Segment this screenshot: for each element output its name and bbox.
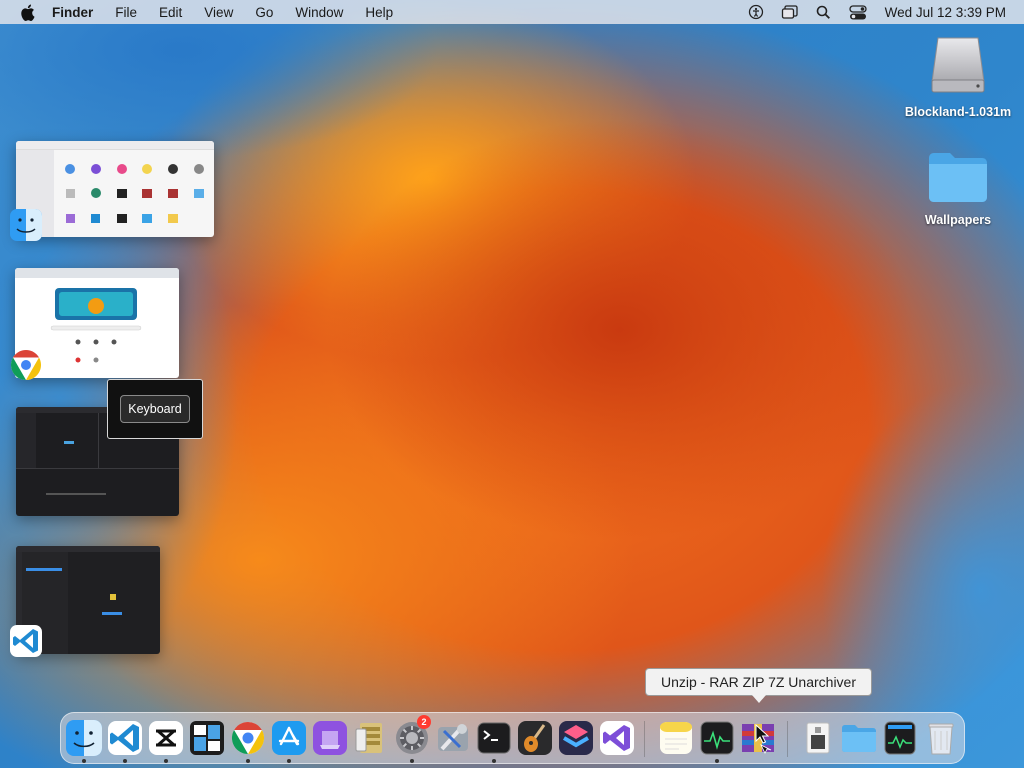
- window-switcher-icon[interactable]: [781, 3, 799, 21]
- dock-item-capcut[interactable]: [147, 719, 185, 757]
- spotlight-icon[interactable]: [815, 3, 833, 21]
- dock-separator: [644, 721, 645, 757]
- menu-file[interactable]: File: [115, 5, 137, 20]
- dock-item-preview[interactable]: [799, 719, 837, 757]
- desktop-icon-wallpapers[interactable]: Wallpapers: [903, 150, 1013, 227]
- chrome-icon: [9, 348, 43, 382]
- dock-tooltip: Unzip - RAR ZIP 7Z Unarchiver: [645, 668, 872, 703]
- dock-item-shortcuts[interactable]: [557, 719, 595, 757]
- menu-help[interactable]: Help: [365, 5, 393, 20]
- dock-item-activity-monitor[interactable]: [698, 719, 736, 757]
- keyboard-label: Keyboard: [120, 395, 190, 423]
- control-center-icon[interactable]: [849, 3, 867, 21]
- keyboard-window-label: Keyboard: [107, 379, 203, 439]
- desktop-icon-label: Blockland-1.031m: [904, 105, 1012, 119]
- running-indicator: [410, 759, 414, 763]
- apple-menu-icon[interactable]: [16, 0, 38, 24]
- running-indicator: [715, 759, 719, 763]
- menu-go[interactable]: Go: [255, 5, 273, 20]
- dock-item-terminal[interactable]: [475, 719, 513, 757]
- running-indicator: [492, 759, 496, 763]
- dock-item-garageband[interactable]: [516, 719, 554, 757]
- running-indicator: [246, 759, 250, 763]
- running-indicator: [123, 759, 127, 763]
- expose-window-finder[interactable]: [16, 141, 214, 237]
- dock-item-trash[interactable]: [922, 719, 960, 757]
- menu-bar: Finder File Edit View Go Window Help Wed…: [0, 0, 1024, 24]
- dock-separator: [787, 721, 788, 757]
- running-indicator: [287, 759, 291, 763]
- dock-item-app-store[interactable]: [270, 719, 308, 757]
- folder-icon: [903, 150, 1013, 207]
- vscode-icon: [9, 624, 43, 658]
- dock-item-archive[interactable]: [352, 719, 390, 757]
- dock-item-monitor[interactable]: [881, 719, 919, 757]
- dock-item-tools[interactable]: [434, 719, 472, 757]
- tooltip-text: Unzip - RAR ZIP 7Z Unarchiver: [660, 674, 856, 690]
- notification-badge: 2: [417, 715, 431, 729]
- dock: 2: [60, 712, 965, 764]
- mouse-cursor-icon: [755, 724, 769, 744]
- menu-clock[interactable]: Wed Jul 12 3:39 PM: [885, 5, 1006, 20]
- menu-app-name[interactable]: Finder: [52, 5, 93, 20]
- dock-item-system-settings[interactable]: 2: [393, 715, 431, 757]
- menu-view[interactable]: View: [204, 5, 233, 20]
- drive-icon: [903, 34, 1013, 99]
- desktop-icon-drive[interactable]: Blockland-1.031m: [903, 34, 1013, 119]
- finder-icon: [9, 208, 43, 242]
- dock-item-visual-studio[interactable]: [598, 719, 636, 757]
- dock-item-vscode[interactable]: [106, 719, 144, 757]
- menu-window[interactable]: Window: [295, 5, 343, 20]
- desktop-icon-label: Wallpapers: [924, 213, 992, 227]
- accessibility-icon[interactable]: [747, 3, 765, 21]
- running-indicator: [164, 759, 168, 763]
- dock-item-notes[interactable]: [657, 719, 695, 757]
- dock-item-folder[interactable]: [840, 719, 878, 757]
- running-indicator: [82, 759, 86, 763]
- menu-edit[interactable]: Edit: [159, 5, 182, 20]
- dock-item-mission-control[interactable]: [188, 719, 226, 757]
- dock-item-chrome[interactable]: [229, 719, 267, 757]
- dock-item-purple-app[interactable]: [311, 719, 349, 757]
- dock-item-finder[interactable]: [65, 719, 103, 757]
